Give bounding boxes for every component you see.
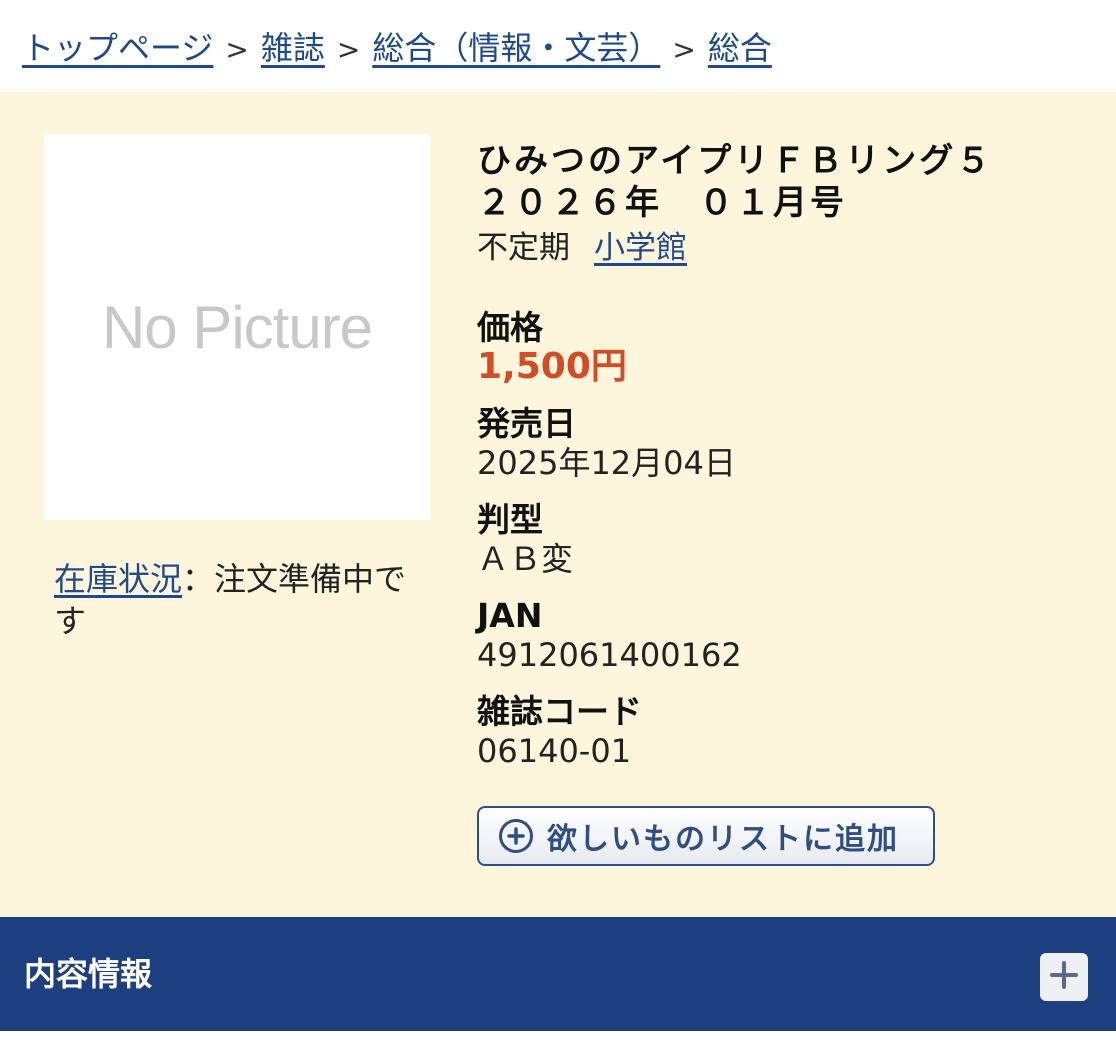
add-to-wishlist-button[interactable]: 欲しいものリストに追加: [477, 806, 935, 866]
price-value: 1,500円: [477, 346, 627, 387]
publisher-link[interactable]: 小学館: [594, 230, 687, 266]
breadcrumb-separator: >: [336, 33, 361, 66]
breadcrumb: トップページ > 雑誌 > 総合（情報・文芸） > 総合: [22, 22, 772, 74]
product-meta: 不定期 小学館: [477, 226, 1097, 270]
release-date-label: 発売日: [477, 404, 576, 443]
content-info-title: 内容情報: [24, 955, 153, 993]
breadcrumb-magazine-link[interactable]: 雑誌: [261, 29, 325, 67]
product-title-line1: ひみつのアイプリＦＢリング５: [477, 141, 994, 181]
release-date-field: 発売日 2025年12月04日: [477, 404, 1097, 482]
price-field: 価格 1,500円: [477, 308, 1097, 386]
size-label: 判型: [477, 500, 543, 539]
stock-status: 在庫状況：注文準備中です: [54, 558, 424, 642]
product-title: ひみつのアイプリＦＢリング５ ２０２６年 ０１月号: [477, 140, 1097, 224]
bottom-strip: [0, 1031, 1116, 1049]
breadcrumb-top-link[interactable]: トップページ: [22, 29, 213, 67]
magazine-code-label: 雑誌コード: [477, 692, 642, 731]
jan-value: 4912061400162: [477, 636, 742, 674]
stock-status-link[interactable]: 在庫状況: [54, 560, 182, 598]
breadcrumb-separator: >: [225, 33, 249, 66]
breadcrumb-separator: >: [672, 33, 696, 66]
product-title-line2: ２０２６年 ０１月号: [477, 183, 847, 223]
product-info: ひみつのアイプリＦＢリング５ ２０２６年 ０１月号 不定期 小学館 価格 1,50…: [477, 140, 1097, 770]
jan-field: JAN 4912061400162: [477, 596, 1097, 674]
magazine-code-value: 06140-01: [477, 732, 632, 770]
plus-icon: [1049, 960, 1079, 994]
expand-button[interactable]: [1040, 953, 1088, 1001]
release-date-value: 2025年12月04日: [477, 444, 736, 482]
plus-circle-icon: [499, 819, 533, 853]
content-info-section-header[interactable]: 内容情報: [0, 917, 1116, 1031]
no-picture-text: No Picture: [101, 293, 373, 361]
add-to-wishlist-label: 欲しいものリストに追加: [547, 822, 899, 857]
magazine-code-field: 雑誌コード 06140-01: [477, 692, 1097, 770]
jan-label: JAN: [477, 596, 543, 635]
product-image-placeholder: No Picture: [44, 134, 430, 520]
size-value: ＡＢ変: [477, 540, 574, 578]
breadcrumb-general-info-link[interactable]: 総合（情報・文芸）: [372, 29, 660, 67]
breadcrumb-general-link[interactable]: 総合: [708, 29, 772, 67]
price-label: 価格: [477, 308, 543, 347]
size-field: 判型 ＡＢ変: [477, 500, 1097, 578]
product-panel: No Picture 在庫状況：注文準備中です ひみつのアイプリＦＢリング５ ２…: [0, 92, 1116, 917]
publication-frequency: 不定期: [477, 230, 570, 266]
